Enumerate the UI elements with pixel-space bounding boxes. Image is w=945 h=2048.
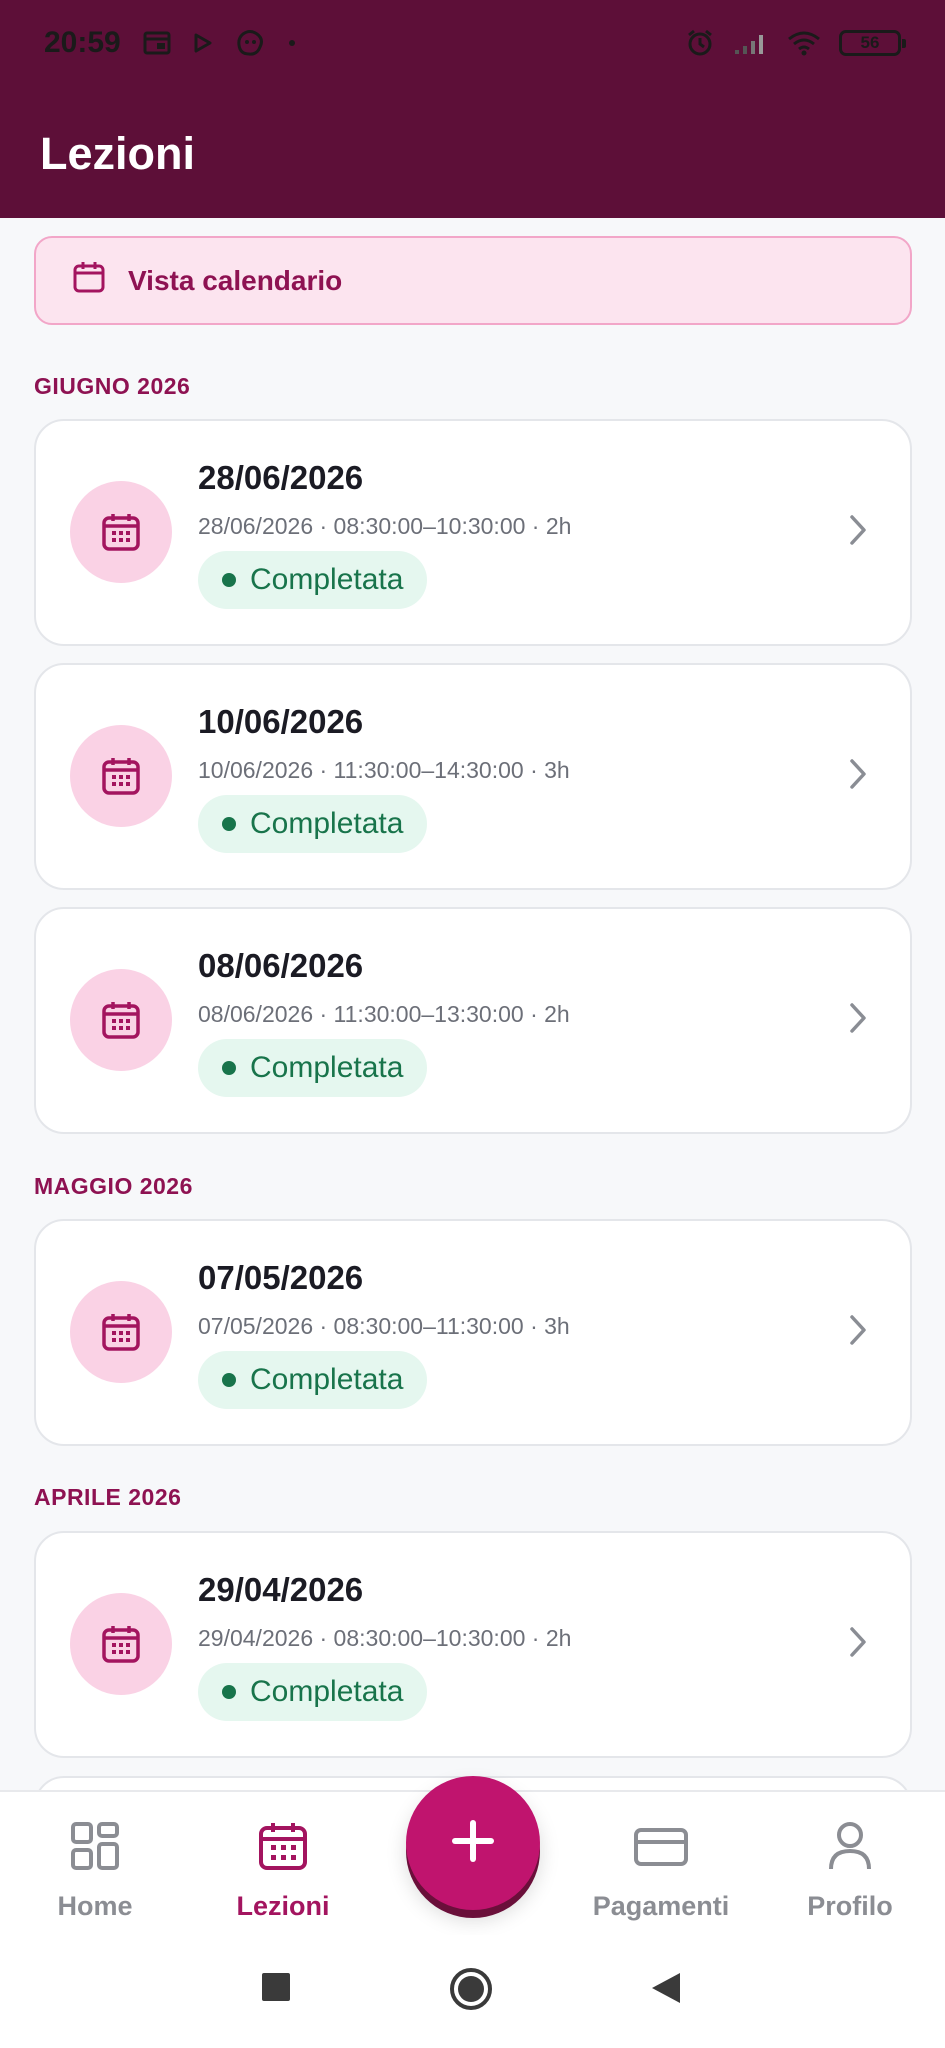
lesson-card[interactable]: 29/04/2026 29/04/2026 · 08:30:00–10:30:0… [34, 1531, 912, 1758]
dot-icon [287, 38, 297, 48]
lesson-details: 07/05/2026 · 08:30:00–11:30:00 · 3h [198, 1313, 570, 1339]
status-label: Completata [250, 807, 404, 840]
lesson-details: 10/06/2026 · 11:30:00–14:30:00 · 3h [198, 757, 570, 783]
chevron-right-icon [848, 513, 868, 552]
section-header: GIUGNO 2026 [34, 373, 191, 399]
status-dot-icon [222, 817, 236, 831]
battery-indicator: 56 [839, 29, 906, 56]
lesson-calendar-icon [70, 969, 172, 1071]
lesson-date: 29/04/2026 [198, 1571, 364, 1608]
plus-icon [449, 1817, 497, 1870]
page-title: Lezioni [40, 128, 195, 179]
notification-calendar-icon [143, 31, 171, 55]
nav-label-profilo: Profilo [807, 1891, 893, 1921]
chevron-right-icon [848, 1625, 868, 1664]
nav-item-profilo[interactable]: Profilo [755, 1820, 945, 1922]
lesson-date: 10/06/2026 [198, 703, 364, 740]
grid-icon [69, 1820, 121, 1879]
calendar-view-label: Vista calendario [128, 264, 343, 296]
calendar-icon [257, 1820, 309, 1879]
system-navigation-bar [0, 1935, 945, 2048]
app-notification-icon [235, 28, 265, 58]
status-dot-icon [222, 1373, 236, 1387]
alarm-icon [685, 28, 715, 58]
chevron-right-icon [848, 1001, 868, 1040]
wifi-icon [787, 30, 821, 56]
status-badge: Completata [198, 1039, 428, 1097]
lesson-card[interactable]: 10/06/2026 10/06/2026 · 11:30:00–14:30:0… [34, 663, 912, 890]
chevron-right-icon [848, 757, 868, 796]
lesson-date: 07/05/2026 [198, 1259, 364, 1296]
lesson-details: 29/04/2026 · 08:30:00–10:30:00 · 2h [198, 1625, 572, 1651]
status-dot-icon [222, 1685, 236, 1699]
status-badge: Completata [198, 1351, 428, 1409]
section-header: MAGGIO 2026 [34, 1173, 193, 1199]
recents-icon[interactable] [262, 1973, 290, 2001]
calendar-view-button[interactable]: Vista calendario [34, 236, 912, 325]
status-dot-icon [222, 573, 236, 587]
status-label: Completata [250, 563, 404, 596]
lesson-details: 28/06/2026 · 08:30:00–10:30:00 · 2h [198, 513, 572, 539]
status-time: 20:59 [44, 25, 121, 59]
lesson-card[interactable]: 28/06/2026 28/06/2026 · 08:30:00–10:30:0… [34, 419, 912, 646]
section-header: APRILE 2026 [34, 1484, 182, 1510]
status-badge: Completata [198, 551, 428, 609]
add-lesson-button[interactable] [406, 1776, 540, 1910]
lesson-card[interactable]: 08/06/2026 08/06/2026 · 11:30:00–13:30:0… [34, 907, 912, 1134]
status-badge: Completata [198, 1663, 428, 1721]
status-badge: Completata [198, 795, 428, 853]
lesson-calendar-icon [70, 1593, 172, 1695]
nav-label-pagamenti: Pagamenti [592, 1891, 730, 1921]
status-label: Completata [250, 1675, 404, 1708]
lesson-details: 08/06/2026 · 11:30:00–13:30:00 · 2h [198, 1001, 570, 1027]
lesson-calendar-icon [70, 725, 172, 827]
nav-label-home: Home [57, 1891, 133, 1921]
user-icon [824, 1820, 876, 1879]
lesson-date: 08/06/2026 [198, 947, 364, 984]
back-icon[interactable] [650, 1971, 682, 2005]
chevron-right-icon [848, 1313, 868, 1352]
lesson-card[interactable]: 07/05/2026 07/05/2026 · 08:30:00–11:30:0… [34, 1219, 912, 1446]
lesson-calendar-icon [70, 1281, 172, 1383]
status-dot-icon [222, 1061, 236, 1075]
nav-item-pagamenti[interactable]: Pagamenti [566, 1820, 756, 1922]
play-icon [193, 32, 213, 54]
nav-item-lezioni[interactable]: Lezioni [188, 1820, 378, 1922]
calendar-icon [72, 260, 106, 301]
lessons-list[interactable]: Vista calendario GIUGNO 2026 28/06/2026 … [0, 218, 945, 1790]
app-bar: 20:59 56 Lezioni [0, 0, 945, 218]
nav-item-home[interactable]: Home [0, 1820, 190, 1922]
credit-card-icon [633, 1820, 689, 1879]
signal-icon [733, 30, 769, 56]
status-label: Completata [250, 1363, 404, 1396]
status-bar: 20:59 56 [0, 0, 945, 85]
nav-label-lezioni: Lezioni [236, 1891, 330, 1921]
lesson-date: 28/06/2026 [198, 459, 364, 496]
status-label: Completata [250, 1051, 404, 1084]
home-circle-icon[interactable] [449, 1967, 493, 2011]
lesson-calendar-icon [70, 481, 172, 583]
